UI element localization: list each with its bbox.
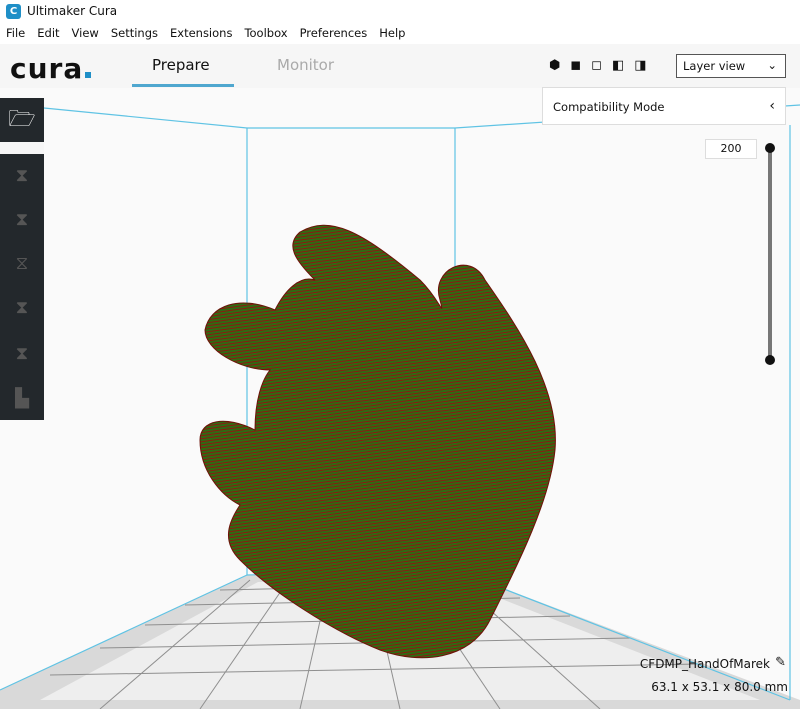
tab-prepare[interactable]: Prepare [152,56,210,74]
menu-toolbox[interactable]: Toolbox [238,26,293,40]
left-view-icon[interactable]: ◧ [612,58,624,73]
layer-slider-top-handle[interactable] [765,143,775,153]
active-tab-indicator [132,84,234,87]
mirror-icon[interactable]: ⧗ [8,294,36,322]
move-icon[interactable]: ⧗ [8,162,36,190]
chevron-down-icon: ⌄ [767,58,777,72]
build-volume-scene [0,104,800,710]
3d-view-icon[interactable]: ⬢ [549,58,560,73]
menu-bar: File Edit View Settings Extensions Toolb… [0,22,800,44]
layer-slider-bottom-handle[interactable] [765,355,775,365]
title-bar: C Ultimaker Cura [0,0,800,22]
per-model-settings-icon[interactable]: ⧗ [8,340,36,368]
menu-help[interactable]: Help [373,26,411,40]
layer-slider-track[interactable] [768,148,772,360]
view-type-select[interactable]: Layer view ⌄ [676,54,786,78]
layer-number-input[interactable]: 200 [705,139,757,159]
pencil-icon[interactable]: ✎ [775,655,786,670]
tab-monitor[interactable]: Monitor [277,56,334,74]
rotate-icon[interactable]: ⧖ [8,250,36,278]
menu-preferences[interactable]: Preferences [294,26,374,40]
menu-settings[interactable]: Settings [105,26,164,40]
object-dimensions: 63.1 x 53.1 x 80.0 mm [651,680,788,694]
compatibility-mode-panel[interactable]: Compatibility Mode ‹ [542,87,786,125]
right-view-icon[interactable]: ◨ [634,58,646,73]
menu-file[interactable]: File [0,26,31,40]
3d-viewport[interactable] [0,88,800,710]
object-name: CFDMP_HandOfMarek [639,657,770,671]
top-view-icon[interactable]: ◻ [591,58,602,73]
cura-logo: cura [10,52,92,85]
scale-icon[interactable]: ⧗ [8,206,36,234]
stage-header: cura Prepare Monitor ⬢ ◼ ◻ ◧ ◨ Layer vie… [0,44,800,88]
cura-app-icon: C [6,3,21,19]
window-title: Ultimaker Cura [27,4,118,18]
menu-extensions[interactable]: Extensions [164,26,238,40]
open-file-button[interactable]: 🗁 [0,98,44,154]
menu-edit[interactable]: Edit [31,26,65,40]
front-view-icon[interactable]: ◼ [570,58,581,73]
open-file-icon: 🗁 [8,107,36,132]
chevron-left-icon[interactable]: ‹ [769,98,775,114]
support-blocker-icon[interactable]: ▙ [8,385,36,413]
menu-view[interactable]: View [66,26,105,40]
